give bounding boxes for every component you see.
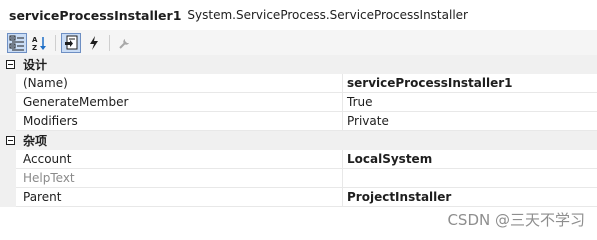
property-row-helptext[interactable]: HelpText xyxy=(0,169,597,188)
categorized-icon xyxy=(9,35,24,50)
property-value[interactable]: Private xyxy=(343,112,597,131)
category-label: 设计 xyxy=(23,58,48,72)
property-row-parent[interactable]: Parent ProjectInstaller xyxy=(0,188,597,207)
alphabetical-button[interactable]: A Z xyxy=(30,33,50,53)
property-value[interactable]: LocalSystem xyxy=(343,150,597,169)
alphabetical-icon: A Z xyxy=(32,36,46,51)
collapse-icon[interactable] xyxy=(6,136,15,145)
property-pages-button[interactable] xyxy=(115,33,135,53)
events-button[interactable] xyxy=(84,33,104,53)
property-name: (Name) xyxy=(16,74,343,93)
property-value[interactable]: True xyxy=(343,93,597,112)
property-toolbar: A Z xyxy=(0,30,597,55)
svg-text:Z: Z xyxy=(32,44,37,51)
properties-button[interactable] xyxy=(61,32,81,53)
category-row-design[interactable]: 设计 xyxy=(0,55,597,74)
properties-icon xyxy=(65,35,78,49)
property-name: Modifiers xyxy=(16,112,343,131)
events-icon xyxy=(90,35,98,50)
property-name: GenerateMember xyxy=(16,93,343,112)
property-row-generatemember[interactable]: GenerateMember True xyxy=(0,93,597,112)
property-name: HelpText xyxy=(16,169,343,188)
toolbar-separator-2 xyxy=(109,34,110,51)
property-row-name[interactable]: (Name) serviceProcessInstaller1 xyxy=(0,74,597,93)
object-selector[interactable]: serviceProcessInstaller1 System.ServiceP… xyxy=(0,0,597,30)
property-row-account[interactable]: Account LocalSystem xyxy=(0,150,597,169)
property-value[interactable]: serviceProcessInstaller1 xyxy=(343,74,597,93)
property-name: Parent xyxy=(16,188,343,207)
property-name: Account xyxy=(16,150,343,169)
category-row-misc[interactable]: 杂项 xyxy=(0,131,597,150)
svg-text:A: A xyxy=(32,36,38,44)
object-name: serviceProcessInstaller1 xyxy=(9,7,182,23)
collapse-icon[interactable] xyxy=(6,60,15,69)
property-value[interactable]: ProjectInstaller xyxy=(343,188,597,207)
category-label: 杂项 xyxy=(23,134,48,148)
categorized-button[interactable] xyxy=(7,32,27,53)
watermark: CSDN @三天不学习 xyxy=(447,211,585,229)
property-value[interactable] xyxy=(343,169,597,188)
property-row-modifiers[interactable]: Modifiers Private xyxy=(0,112,597,131)
object-type: System.ServiceProcess.ServiceProcessInst… xyxy=(187,8,468,22)
property-pages-icon xyxy=(119,38,129,49)
toolbar-separator xyxy=(55,34,56,51)
